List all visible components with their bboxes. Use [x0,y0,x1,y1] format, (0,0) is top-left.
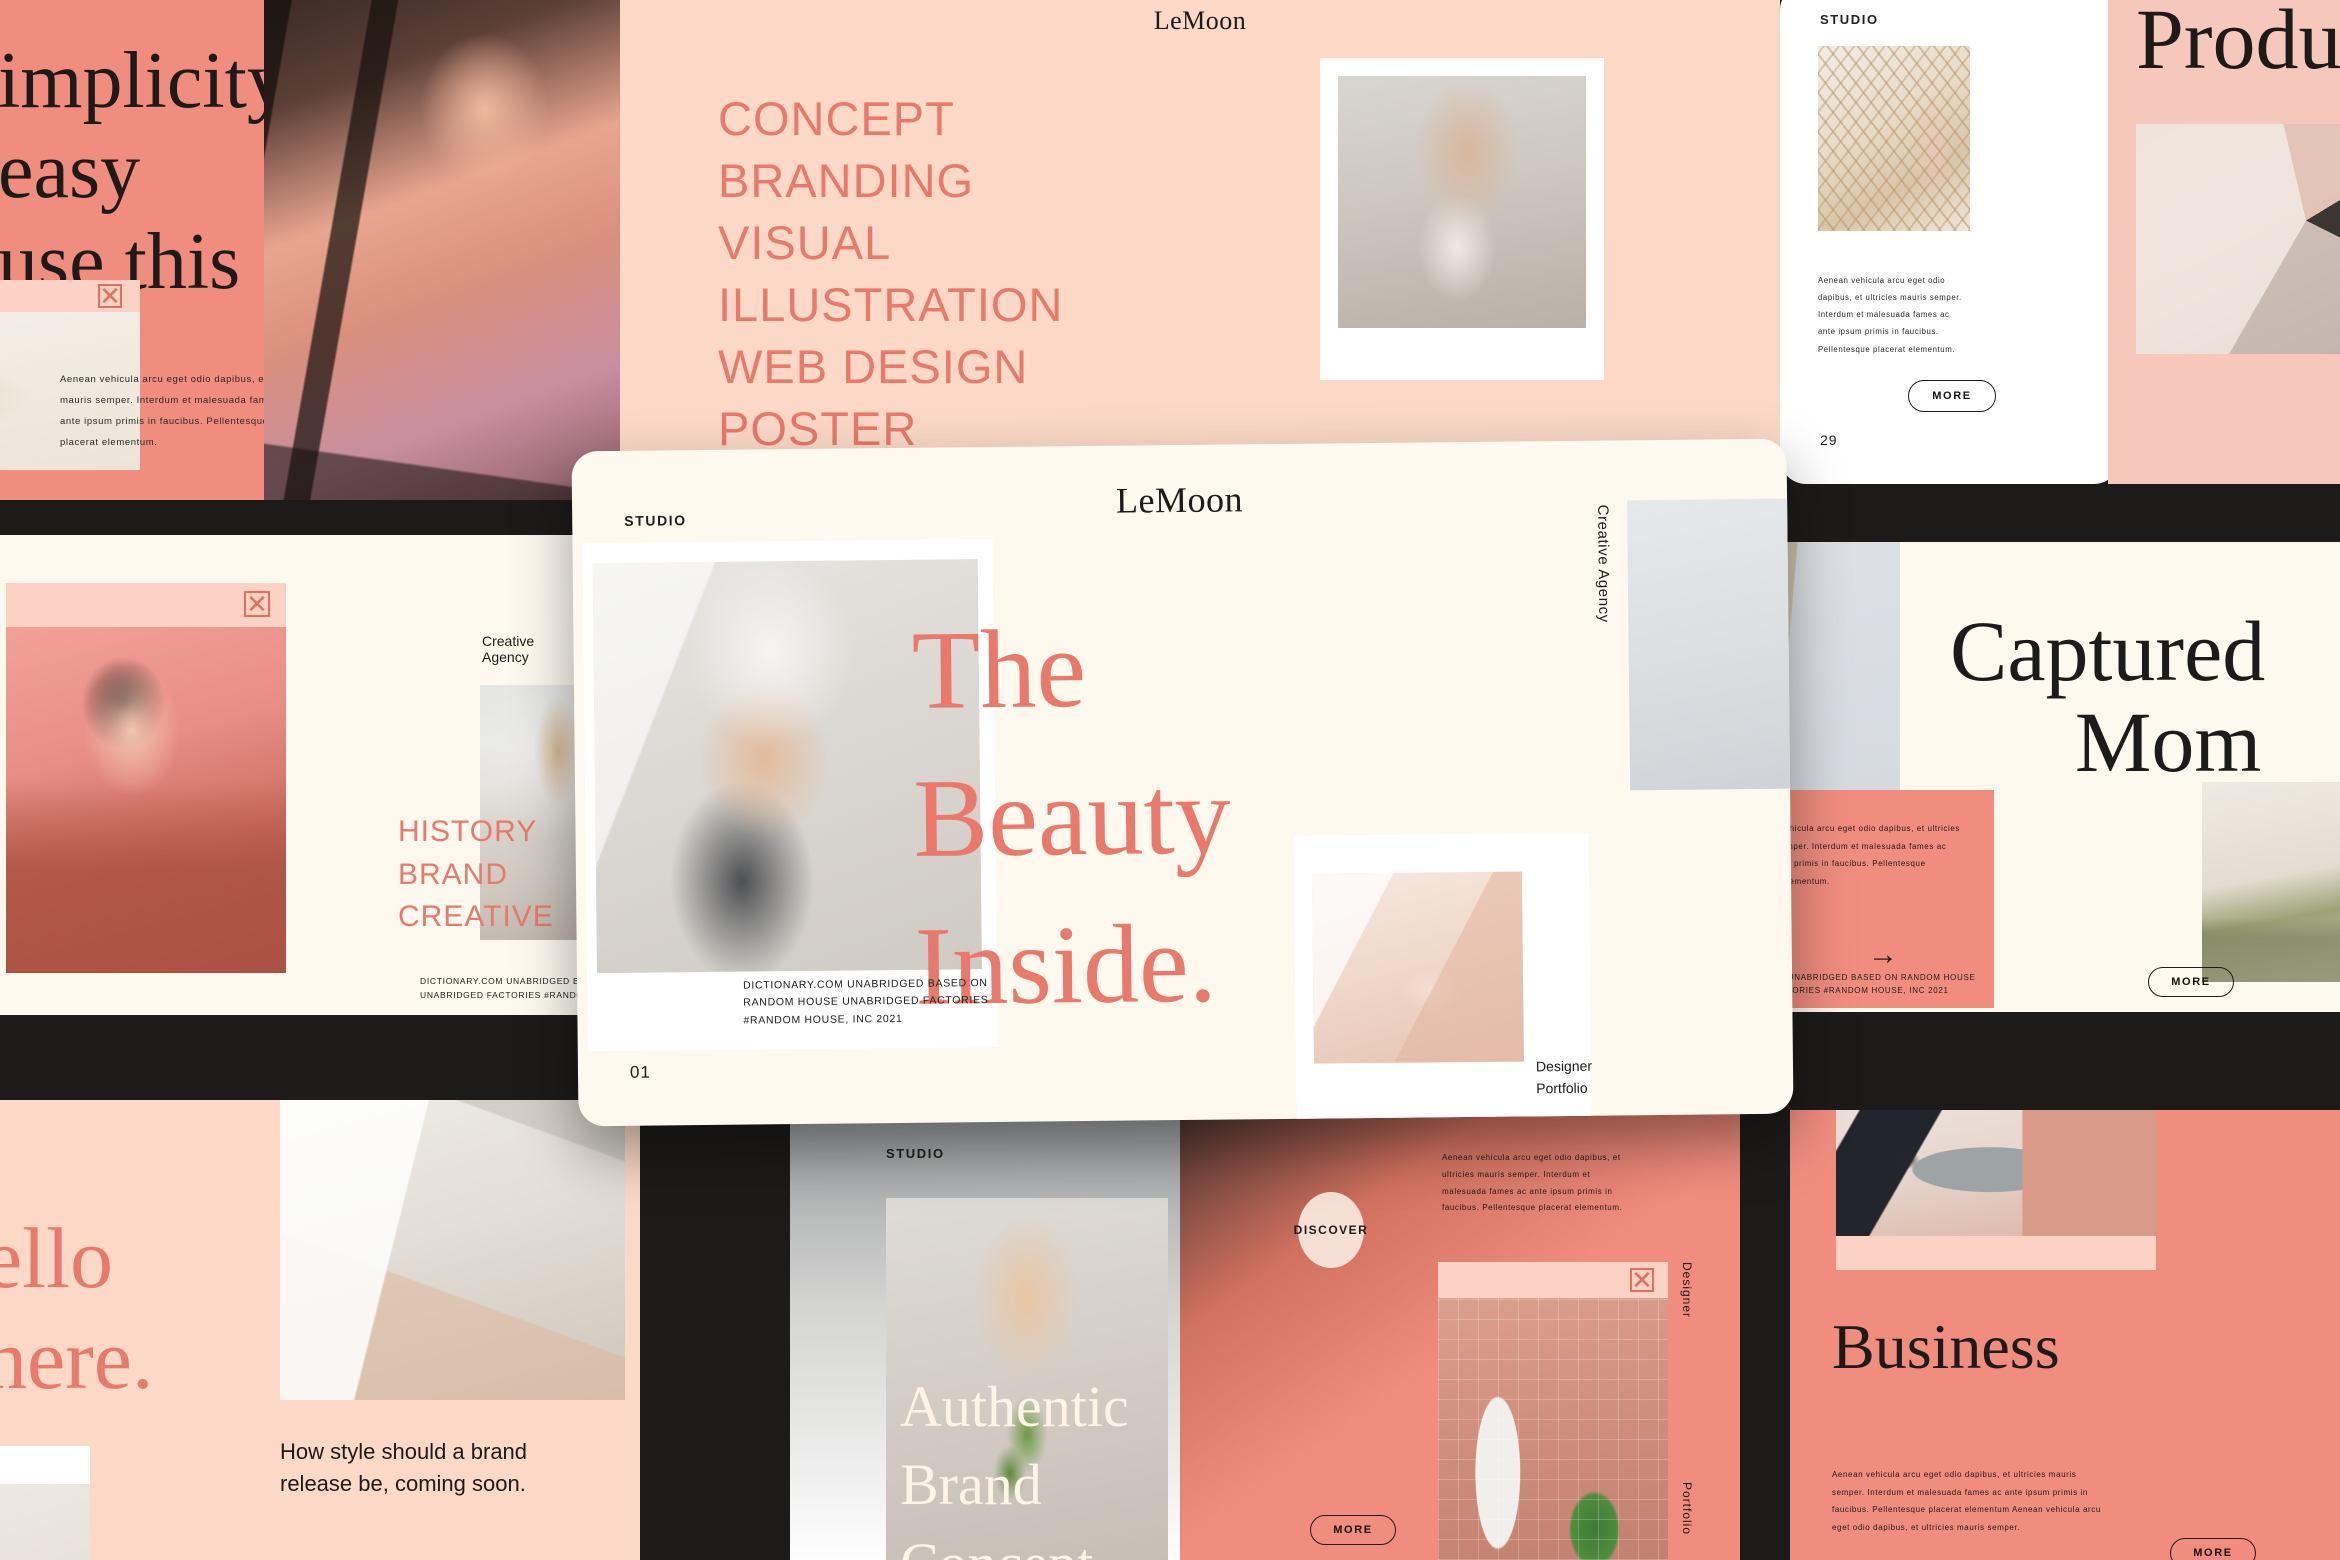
title-line: HISTORY [398,815,538,848]
portfolio-body: Aenean vehicula arcu eget odio dapibus, … [1442,1153,1623,1213]
business-body: Aenean vehicula arcu eget odio dapibus, … [1832,1470,2101,1532]
history-card: ✕ [6,583,286,973]
slide-studio-product[interactable]: STUDIO Aenean vehicula arcu eget odio da… [1780,0,2120,484]
slide-simplicity[interactable]: implicity easy use this BRAND ✕ Aenean v… [0,0,620,500]
sofa-photo [1836,1110,2156,1236]
studio-body: Aenean vehicula arcu eget odio dapibus, … [1818,276,1962,354]
more-label: MORE [1333,1524,1373,1536]
discover-label: DISCOVER [1293,1223,1369,1237]
concept-list: CONCEPT BRANDING VISUAL ILLUSTRATION WEB… [718,88,1063,460]
business-card [1836,1110,2156,1270]
close-icon[interactable]: ✕ [98,281,122,311]
title-line: The [911,607,1087,733]
slide-product[interactable]: Produ PR [2108,0,2340,484]
coffee-table-photo [2136,124,2340,354]
more-label: MORE [2171,976,2211,988]
slide-beauty-hero[interactable]: LeMoon STUDIO The Beauty Inside. Creativ… [571,438,1794,1127]
product-title: Produ [2136,0,2340,87]
close-icon[interactable]: ✕ [244,589,270,619]
crop-top-photo [1338,76,1586,328]
designer-portfolio-label: Designer Portfolio [1536,1055,1592,1100]
laptop-woman-photo [280,1100,625,1400]
slide-business[interactable]: Business Aenean vehicula arcu eget odio … [1790,1110,2340,1560]
portfolio-card: ✕ [1438,1262,1668,1560]
concept-item: CONCEPT [718,92,955,145]
title-line: Authentic [900,1374,1129,1439]
title-line: Brand [900,1452,1042,1518]
studio-kicker: STUDIO [624,512,687,529]
concept-item: VISUAL [718,216,892,270]
more-label: MORE [1932,390,1972,402]
portrait-photo-asian [264,0,620,500]
title-line: Beauty [912,753,1232,881]
more-button[interactable]: MORE [2170,1538,2256,1560]
title-line: implicity [0,37,287,125]
crop-photo-frame [1320,58,1604,380]
slide-portfolio[interactable]: DISCOVER Aenean vehicula arcu eget odio … [1180,1110,1740,1560]
mockup-canvas: implicity easy use this BRAND ✕ Aenean v… [0,0,2340,1560]
more-button[interactable]: MORE [2148,967,2234,997]
history-credits: DICTIONARY.COM UNABRIDGED BASED ON RAND … [420,975,580,1002]
business-title: Business [1832,1311,2060,1382]
slide-hello[interactable]: ello here. How style should a brand rele… [0,1100,640,1560]
discover-badge[interactable]: DISCOVER [1294,1192,1367,1268]
concept-item: ILLUSTRATION [718,278,1064,332]
more-label: MORE [2193,1547,2233,1559]
hello-card [0,1446,90,1560]
title-line: BRAND [398,857,509,891]
sunbed-photo [1311,871,1524,1064]
beauty-caption: DICTIONARY.COM UNABRIDGED BASED ON RANDO… [743,974,1074,1029]
simplicity-title: implicity easy use this [0,36,287,307]
concept-item: WEB DESIGN [718,340,1029,394]
bathroom-photo [1438,1298,1668,1560]
coffee-photo [0,1484,90,1560]
credit-line: #RANDOM HOUSE, INC 2021 [743,1012,903,1027]
history-kicker: Creative Agency [482,633,535,665]
label-line: Designer [1535,1057,1593,1075]
slide-concept[interactable]: LeMoon CONCEPT BRANDING VISUAL ILLUSTRAT… [620,0,1780,500]
title-line: Concept [900,1525,1129,1560]
more-button[interactable]: MORE [1908,380,1996,412]
portfolio-label-portfolio: Portfolio [1680,1482,1694,1536]
title-line: CREATIVE [398,900,554,934]
captured-title: Captured Mom [1950,603,2266,791]
designer-portfolio-card: Designer Portfolio [1293,832,1592,1121]
title-line: here. [0,1311,154,1408]
label-line: Portfolio [1536,1080,1588,1097]
authentic-title: Authentic Brand Concept [900,1368,1129,1560]
page-number: 29 [1820,432,1838,448]
brand-wordmark: LeMoon [1153,6,1247,35]
credit-line: DICTIONARY.COM UNABRIDGED BASED ON RAND [420,976,580,986]
portrait-photo-redhair [6,627,286,973]
studio-kicker: STUDIO [886,1146,945,1161]
title-line: Captured [1950,603,2266,699]
title-line: easy [0,127,141,216]
slide-captured[interactable]: aire dorant orant Captured Mom Aenean ve… [1700,542,2340,1012]
more-button-authentic[interactable]: MORE [1310,1515,1396,1545]
close-icon[interactable]: ✕ [1630,1265,1654,1295]
hello-subtitle: How style should a brand release be, com… [280,1439,528,1496]
history-title: HISTORY BRAND CREATIVE [398,811,554,939]
portfolio-label-designer: Designer [1680,1262,1694,1319]
studio-kicker: STUDIO [1820,12,1879,27]
title-line: Mom [2074,694,2262,791]
arrow-right-icon[interactable]: → [1868,940,1898,970]
page-number: 01 [629,1062,652,1082]
concept-item: BRANDING [718,154,975,208]
hello-title: ello here. [0,1208,153,1411]
creative-agency-label: Creative Agency [1594,504,1613,623]
title-line: ello [0,1210,113,1306]
pool-photo [2202,782,2340,982]
credit-line: UNABRIDGED FACTORIES #RANDOM HOUSE, INC [420,989,580,1000]
slide-history[interactable]: ✕ Creative Agency HISTORY BRAND CREATIVE… [0,535,580,1015]
flower-vase-photo [1627,498,1794,791]
tote-bag-photo [1818,46,1970,231]
